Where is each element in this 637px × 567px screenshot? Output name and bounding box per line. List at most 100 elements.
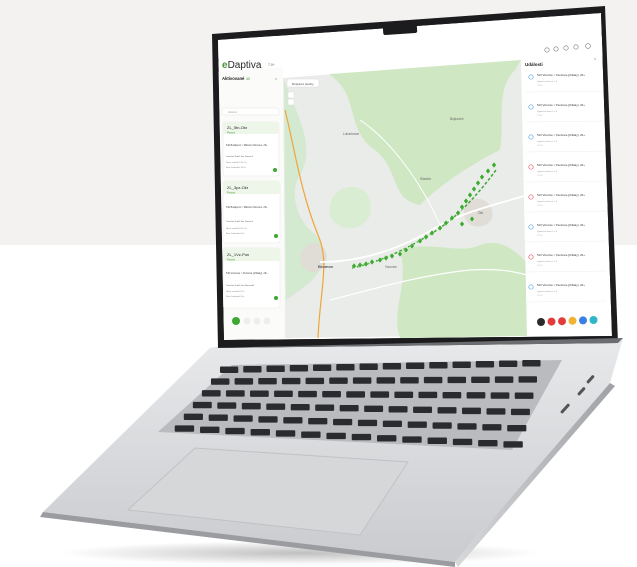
key bbox=[315, 404, 335, 411]
event-title: 510 Vizovice > Penčova (přítlaky), 2ft+ bbox=[537, 193, 585, 197]
map-label: Bojkovice bbox=[450, 117, 464, 121]
key bbox=[352, 377, 372, 384]
key bbox=[518, 376, 538, 383]
card-meta: Nova vozidla 2,5t+ 6t bbox=[226, 161, 247, 164]
sidebar-card[interactable]: ZL_5tn-Okr Provoz 510 Budějovic > Mikulo… bbox=[222, 121, 280, 177]
key bbox=[241, 402, 261, 410]
zoom-out-button[interactable] bbox=[287, 98, 295, 106]
search-placeholder: Hledat bbox=[228, 110, 237, 114]
key bbox=[326, 432, 346, 440]
event-time: 15:40 bbox=[537, 115, 543, 117]
key bbox=[402, 436, 422, 443]
add-button[interactable] bbox=[232, 317, 240, 325]
event-time: 15:30 bbox=[537, 235, 543, 237]
event-time: 15:25 bbox=[537, 295, 543, 297]
card-line: 510 Budějovic > Mikulov Olomouc, 2ft+ bbox=[226, 206, 268, 209]
key bbox=[183, 413, 203, 421]
key bbox=[208, 414, 228, 421]
sidebar-title: Aktivované bbox=[222, 76, 245, 81]
layers-button[interactable] bbox=[253, 317, 261, 325]
key bbox=[499, 360, 518, 367]
key bbox=[243, 366, 262, 373]
key bbox=[225, 427, 245, 435]
key bbox=[289, 365, 309, 372]
map-forest bbox=[397, 242, 527, 338]
event-action-button[interactable] bbox=[568, 316, 577, 325]
event-action-button[interactable] bbox=[558, 317, 566, 326]
card-meta: Stav Jednotek 8 ks bbox=[226, 295, 245, 298]
card-line: 510 Budějovic > Mikulov Olomouc, 2ft+ bbox=[226, 144, 268, 147]
event-title: 510 Vizovice > Penčova (přítlaky), 2ft+ bbox=[537, 103, 585, 107]
event-action-button[interactable] bbox=[537, 318, 545, 326]
key bbox=[305, 377, 325, 385]
key bbox=[174, 425, 195, 432]
key bbox=[376, 377, 396, 384]
card-status-dot bbox=[274, 296, 278, 300]
event-title: 510 Vizovice > Penčova (přítlaky), 2ft+ bbox=[537, 163, 585, 167]
key bbox=[233, 415, 253, 422]
card-meta: Stav Jednotek 18 ks bbox=[226, 166, 247, 169]
card-status: Provoz bbox=[227, 131, 236, 135]
sidebar-card[interactable]: ZL_3pz-Okr Provoz 510 Budějovic > Mikulo… bbox=[222, 180, 281, 244]
key bbox=[201, 390, 221, 397]
event-subtitle: Vyjezd na lince 1 z 6 bbox=[537, 261, 558, 263]
key bbox=[413, 406, 433, 414]
event-subtitle: Vyjezd na lince 1 z 6 bbox=[537, 171, 558, 173]
app-header bbox=[218, 36, 608, 58]
key bbox=[423, 376, 443, 384]
key bbox=[522, 360, 541, 367]
key bbox=[250, 390, 269, 397]
key bbox=[301, 431, 321, 438]
card-meta: Stav Jednotek 8 ks bbox=[226, 232, 245, 235]
key bbox=[494, 376, 514, 383]
key bbox=[275, 430, 296, 437]
card-line: 510 Vozovice > Penčova (přítlaky), 2ft+ bbox=[226, 272, 268, 275]
key bbox=[217, 402, 237, 409]
event-time: 15:38 bbox=[537, 145, 543, 147]
card-status-dot bbox=[274, 234, 278, 238]
app-version: 7.0+ bbox=[268, 63, 275, 67]
event-action-button[interactable] bbox=[547, 317, 556, 326]
event-action-button[interactable] bbox=[579, 316, 587, 325]
key bbox=[466, 392, 486, 399]
card-title: ZL_1Vz-Pon bbox=[227, 252, 249, 257]
filter-button[interactable] bbox=[243, 317, 251, 325]
card-meta: Nova vozidla 2,5t+ 6t bbox=[226, 227, 247, 230]
event-title: 510 Vizovice > Penčova (přítlaky), 2ft+ bbox=[537, 253, 585, 257]
card-line: Jaroslav Kolář Jan Jarmerik bbox=[226, 155, 254, 158]
sidebar-card[interactable]: ZL_1Vz-Pon Provoz 510 Vozovice > Penčova… bbox=[222, 247, 281, 309]
event-title: 510 Vizovice > Penčova (přítlaky), 2ft+ bbox=[537, 73, 585, 77]
event-title: 510 Vizovice > Penčova (přítlaky), 2ft+ bbox=[537, 223, 585, 227]
print-button[interactable] bbox=[263, 317, 271, 325]
event-subtitle: Vyjezd na lince 1 z 6 bbox=[537, 81, 558, 83]
key bbox=[429, 362, 448, 369]
card-line: Jaroslav Kolář Jan Jarmerik bbox=[226, 220, 254, 223]
screen: Brumov Vizovice Luhačovice Slavičín Bojk… bbox=[218, 13, 612, 340]
key bbox=[442, 391, 462, 399]
key bbox=[478, 439, 498, 447]
event-title: 510 Vizovice > Penčova (přítlaky), 2ft+ bbox=[537, 133, 585, 137]
zoom-in-button[interactable] bbox=[287, 91, 295, 99]
key bbox=[437, 407, 457, 414]
key bbox=[514, 392, 534, 399]
key bbox=[351, 433, 372, 441]
key bbox=[503, 441, 523, 448]
card-title: ZL_3pz-Okr bbox=[227, 185, 249, 190]
key bbox=[329, 377, 348, 384]
key bbox=[283, 417, 303, 424]
key bbox=[377, 435, 397, 442]
key bbox=[336, 364, 355, 371]
event-time: 15:42 bbox=[537, 85, 543, 87]
key bbox=[308, 417, 328, 425]
map-label: Brumov bbox=[318, 264, 334, 269]
card-meta: Nova vozidla 3,75 t bbox=[226, 290, 245, 293]
key bbox=[313, 364, 332, 371]
key bbox=[210, 378, 230, 385]
event-time: 15:36 bbox=[537, 175, 543, 177]
key bbox=[357, 419, 378, 427]
event-subtitle: Vyjezd na lince 1 z 6 bbox=[537, 291, 558, 293]
key bbox=[359, 363, 378, 370]
event-subtitle: Vyjezd na lince 1 z 6 bbox=[537, 141, 558, 143]
event-action-button[interactable] bbox=[589, 316, 598, 324]
key bbox=[298, 390, 317, 398]
